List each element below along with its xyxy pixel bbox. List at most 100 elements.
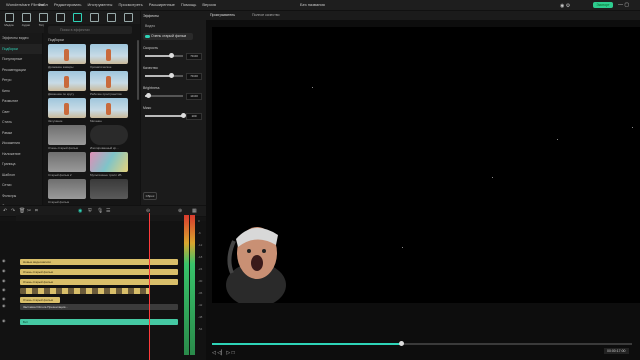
menu-item[interactable]: Просмотреть [118, 0, 142, 10]
crop-icon[interactable]: ⌗ [35, 208, 38, 214]
tab-video[interactable]: Видео [145, 24, 155, 28]
param-slider[interactable] [145, 73, 183, 78]
timeline-clip[interactable]: Бит [20, 319, 178, 325]
menu-item[interactable]: Редактировать [54, 0, 82, 10]
nav-item[interactable]: Свет [0, 107, 42, 118]
nav-item[interactable]: Эффекты видео [0, 33, 42, 44]
effect-name-chip[interactable]: Очень старый фильм [143, 33, 193, 40]
menu-item[interactable]: Помощь [181, 0, 196, 10]
quality-select[interactable]: Полное качество [252, 13, 280, 17]
timeline-clip[interactable]: Заставка Filmora Презентация... [20, 304, 178, 310]
timeline-clip[interactable]: Очень старый фильм [20, 269, 178, 275]
track-visibility-icon[interactable]: ◉ [2, 258, 6, 263]
param-slider[interactable] [145, 113, 186, 118]
effect-thumbnail[interactable] [48, 98, 86, 118]
shield-icon[interactable]: ⛨ [88, 208, 92, 214]
menu-item[interactable]: Инструменты [87, 0, 112, 10]
play-icon[interactable]: ▷ [226, 350, 230, 356]
skip-back-icon[interactable]: ◁▏ [217, 350, 225, 356]
nav-item[interactable]: Искажения [0, 138, 42, 149]
account-icons[interactable]: ◉ ⚙ [560, 1, 570, 11]
menu-item[interactable]: Файл [38, 0, 48, 10]
nav-item[interactable]: Сетки [0, 180, 42, 191]
effect-thumbnail[interactable] [48, 179, 86, 199]
tab-player[interactable]: Проигрыватель [210, 13, 235, 17]
undo-icon[interactable]: ↶ [3, 208, 7, 214]
redo-icon[interactable]: ↷ [11, 208, 15, 214]
track-visibility-icon[interactable]: ◉ [2, 287, 6, 292]
param-label: Микс [143, 106, 152, 110]
tab-effects[interactable]: Эффекты [143, 14, 159, 18]
effect-thumbnail-label: Дрожание камеры [48, 65, 74, 69]
effect-thumbnail[interactable] [48, 125, 86, 145]
ripple-icon[interactable]: ◉ [78, 208, 82, 214]
effect-thumbnail[interactable] [48, 152, 86, 172]
track-visibility-icon[interactable]: ◉ [2, 296, 6, 301]
nav-item[interactable]: Рамки [0, 128, 42, 139]
param-value-input[interactable]: 100 [186, 113, 202, 120]
effect-thumbnail-label: Старый фильм [48, 200, 70, 204]
effect-thumbnail[interactable] [90, 71, 128, 91]
param-value-input[interactable]: 70.00 [186, 53, 202, 60]
nav-item[interactable]: Размытие [0, 96, 42, 107]
timeline-clip[interactable]: Очень старый фильм [20, 279, 178, 285]
nav-item[interactable]: Подборки [0, 43, 42, 54]
nav-item[interactable]: Наложение [0, 149, 42, 160]
slider-knob[interactable] [180, 113, 186, 118]
export-button[interactable]: Экспорт [593, 2, 613, 8]
effect-thumbnail[interactable] [90, 44, 128, 64]
mic-icon[interactable]: 🎙 [97, 208, 103, 214]
cut-icon[interactable]: ✂ [27, 208, 31, 214]
effect-thumbnail[interactable] [90, 152, 128, 172]
grid-scrollbar[interactable] [137, 40, 139, 100]
menu-item[interactable]: Расширенные [149, 0, 175, 10]
effect-thumbnail[interactable] [48, 44, 86, 64]
reset-button[interactable]: Сброс [143, 192, 157, 200]
toolbar-item-media[interactable]: Медиа [2, 13, 16, 27]
param-slider[interactable] [145, 93, 183, 98]
nav-item[interactable]: Фильтры [0, 191, 42, 202]
audio-meter-scale: 0 -6 -12 -18 -24 -30 -36 -42 -48 -54 [198, 215, 202, 335]
param-value-input[interactable]: 10.00 [186, 93, 202, 100]
track-visibility-icon[interactable]: ◉ [2, 278, 6, 283]
nav-item[interactable]: Ретро [0, 75, 42, 86]
param-value-input[interactable]: 70.00 [186, 73, 202, 80]
effect-thumbnail[interactable] [90, 125, 128, 145]
grid-icon[interactable]: ▦ [192, 208, 197, 214]
nav-item[interactable]: Стиль [0, 117, 42, 128]
nav-item[interactable]: Граница [0, 159, 42, 170]
delete-icon[interactable]: 🗑 [19, 208, 25, 214]
effects-search-input[interactable]: Поиск в эффектах [48, 26, 132, 34]
effect-toggle[interactable] [145, 35, 150, 38]
timeline-clip[interactable]: Новые видеозаписи [20, 259, 178, 265]
effect-thumbnail[interactable] [48, 71, 86, 91]
nav-item[interactable]: Шаблон [0, 170, 42, 181]
nav-item[interactable]: Кино [0, 86, 42, 97]
thumbnail-figure [106, 103, 111, 115]
timeline-clip[interactable]: Очень старый фильм [20, 297, 60, 303]
webcam-overlay [226, 227, 286, 303]
menu-item[interactable]: Версия [202, 0, 216, 10]
track-visibility-icon[interactable]: ◉ [2, 318, 6, 323]
stop-icon[interactable]: □ [232, 350, 235, 356]
param-slider[interactable] [145, 53, 183, 58]
effect-thumbnail[interactable] [90, 179, 128, 199]
layers-icon[interactable]: ☰ [106, 208, 110, 214]
prev-frame-icon[interactable]: ◁ [212, 350, 216, 356]
meter-tick-label: -48 [198, 315, 203, 319]
toolbar-item-music[interactable]: Аудио [19, 13, 33, 27]
playhead[interactable] [149, 213, 150, 360]
effect-thumbnail-label: Изолированный кр... [90, 146, 119, 150]
nav-item[interactable]: Рекомендации [0, 65, 42, 76]
progress-fill [212, 343, 401, 345]
track-visibility-icon[interactable]: ◉ [2, 303, 6, 308]
playback-progress[interactable] [212, 341, 632, 346]
nav-item[interactable]: Популярные [0, 54, 42, 65]
track-visibility-icon[interactable]: ◉ [2, 268, 6, 273]
progress-knob[interactable] [398, 341, 404, 346]
effects-icon [72, 13, 82, 22]
film-grain-speck [557, 139, 558, 140]
effect-thumbnail[interactable] [90, 98, 128, 118]
zoom-in-icon[interactable]: ⊕ [178, 208, 182, 214]
timeline-clip[interactable] [20, 288, 150, 294]
